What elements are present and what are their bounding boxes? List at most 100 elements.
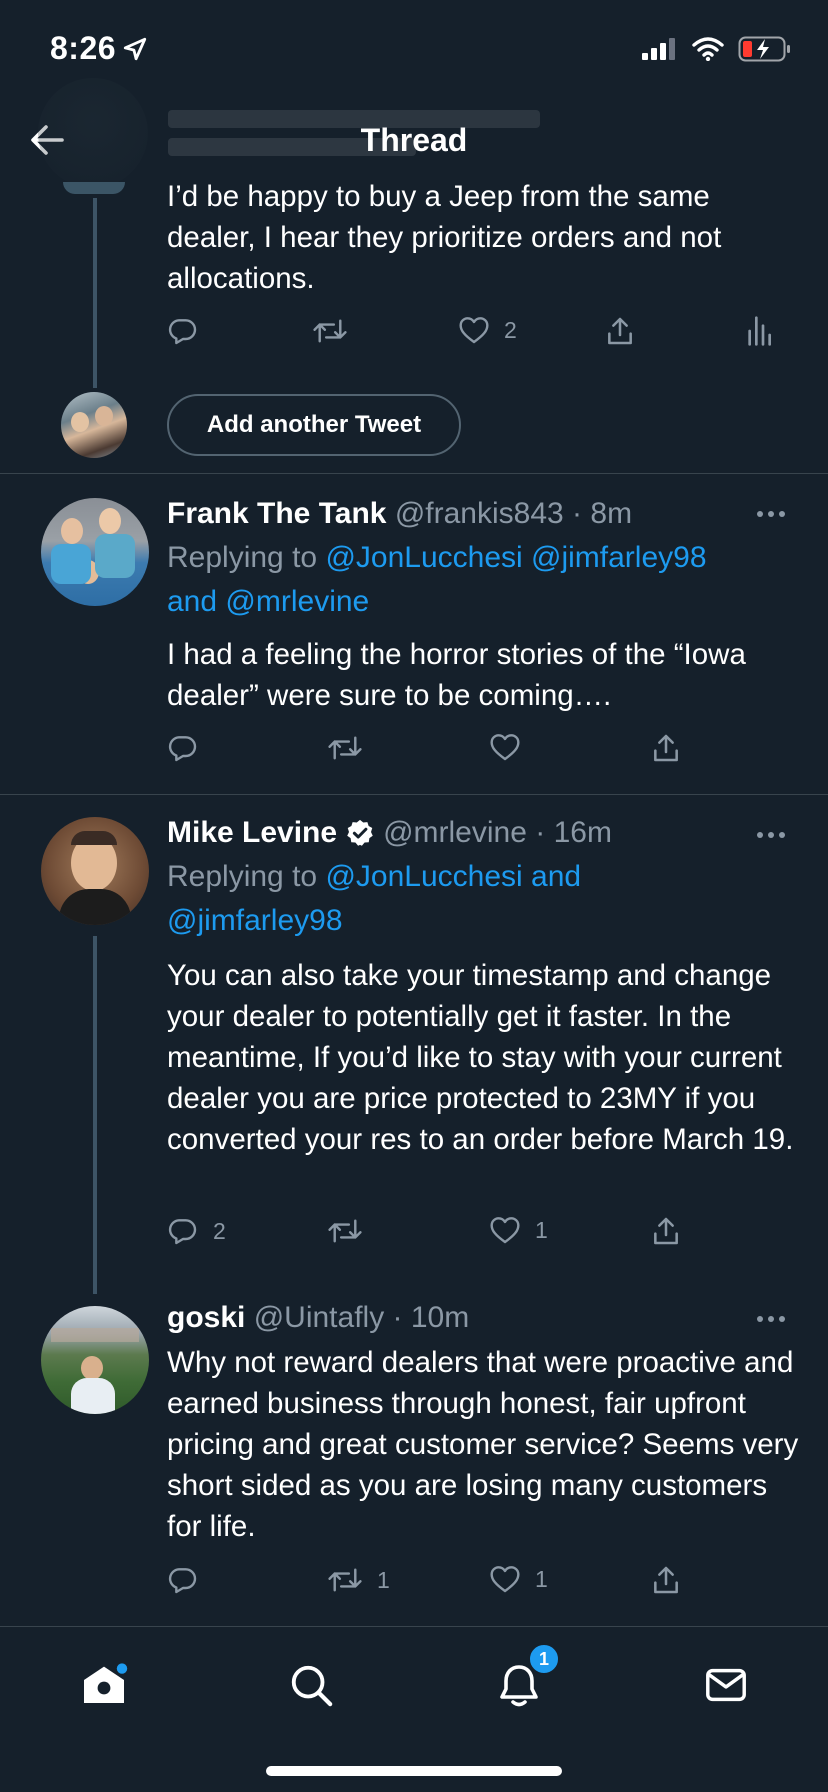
heart-icon <box>459 317 489 344</box>
display-name[interactable]: goski <box>167 1301 245 1334</box>
share-icon <box>654 1217 678 1245</box>
retweet-count: 1 <box>377 1566 390 1593</box>
more-options-icon[interactable] <box>757 1316 785 1322</box>
share-icon <box>654 1566 678 1594</box>
status-bar: 8:26 <box>0 0 828 100</box>
more-options-icon[interactable] <box>757 511 785 517</box>
search-icon <box>291 1665 333 1707</box>
home-indicator[interactable] <box>266 1766 562 1776</box>
mention-link[interactable]: @mrlevine <box>225 585 369 618</box>
replying-label: Replying to <box>167 860 318 893</box>
share-icon <box>608 317 632 345</box>
notifications-badge: 1 <box>528 1643 560 1675</box>
like-button[interactable]: 2 <box>458 315 517 345</box>
heart-icon <box>490 734 520 761</box>
retweet-icon <box>328 1219 362 1243</box>
share-button[interactable] <box>650 1564 682 1596</box>
like-button[interactable]: 1 <box>489 1564 548 1594</box>
tweet-meta: Mike Levine @mrlevine · 16m <box>167 813 612 853</box>
username[interactable]: @mrlevine <box>383 816 527 849</box>
tweet[interactable]: I’d be happy to buy a Jeep from the same… <box>0 176 828 346</box>
status-indicators <box>642 36 792 62</box>
reply-icon <box>168 319 197 345</box>
tweet[interactable]: Mike Levine @mrlevine · 16m Replying to … <box>0 795 828 1275</box>
analytics-button[interactable] <box>745 315 773 347</box>
tab-home[interactable] <box>74 1655 134 1715</box>
like-button[interactable]: 1 <box>489 1215 548 1245</box>
timestamp[interactable]: 16m <box>554 816 612 849</box>
wifi-icon <box>692 37 724 61</box>
mention-conjunction[interactable]: and <box>531 860 581 893</box>
retweet-button[interactable] <box>327 1215 363 1247</box>
location-arrow-icon <box>123 37 147 60</box>
tab-messages[interactable] <box>696 1655 756 1715</box>
verified-badge-icon <box>347 819 373 846</box>
like-button[interactable] <box>489 732 521 762</box>
tweet-actions: 2 1 <box>167 1215 787 1255</box>
like-count: 2 <box>504 316 517 343</box>
reply-icon <box>168 736 197 762</box>
my-avatar[interactable] <box>61 392 127 458</box>
mail-icon <box>706 1668 746 1702</box>
home-icon <box>84 1663 128 1703</box>
replying-label: Replying to <box>167 541 318 574</box>
tweet-meta: Frank The Tank @frankis843 · 8m <box>167 497 633 530</box>
retweet-button[interactable]: 1 <box>327 1564 390 1596</box>
reply-button[interactable] <box>167 1564 199 1596</box>
like-count: 1 <box>535 1216 548 1243</box>
tweet-actions <box>167 732 787 772</box>
tweet[interactable]: Frank The Tank @frankis843 · 8m Replying… <box>0 474 828 794</box>
tweet-text: You can also take your timestamp and cha… <box>167 959 794 1156</box>
more-options-icon[interactable] <box>757 832 785 838</box>
avatar[interactable] <box>41 1306 149 1414</box>
timestamp[interactable]: 8m <box>590 497 632 530</box>
mention-link[interactable]: @jimfarley98 <box>531 541 707 574</box>
avatar[interactable] <box>41 817 149 925</box>
mention-link[interactable]: @JonLucchesi <box>325 541 522 574</box>
display-name[interactable]: Mike Levine <box>167 813 337 853</box>
replying-to-cont: and @mrlevine <box>167 582 369 622</box>
reply-icon <box>168 1219 197 1245</box>
replying-to: Replying to @JonLucchesi and <box>167 857 581 897</box>
retweet-icon <box>328 736 362 760</box>
share-button[interactable] <box>604 315 636 347</box>
retweet-icon <box>313 319 347 343</box>
clock-label: 8:26 <box>50 30 117 66</box>
share-icon <box>654 734 678 762</box>
tweet-text: I’d be happy to buy a Jeep from the same… <box>167 180 722 295</box>
reply-button[interactable]: 2 <box>167 1215 226 1247</box>
add-another-tweet-button[interactable]: Add another Tweet <box>167 394 461 456</box>
heart-icon <box>490 1217 520 1244</box>
reply-count: 2 <box>213 1217 226 1244</box>
tweet-text: Why not reward dealers that were proacti… <box>167 1346 799 1543</box>
username[interactable]: @Uintafly <box>254 1301 385 1334</box>
retweet-icon <box>328 1568 362 1592</box>
tweet-actions: 1 1 <box>167 1564 787 1604</box>
replying-to: Replying to @JonLucchesi @jimfarley98 <box>167 538 707 578</box>
retweet-button[interactable] <box>312 315 348 347</box>
tweet-meta: goski @Uintafly · 10m <box>167 1301 470 1334</box>
display-name[interactable]: Frank The Tank <box>167 497 387 530</box>
mention-link[interactable]: @JonLucchesi <box>325 860 522 893</box>
avatar[interactable] <box>38 78 148 188</box>
username[interactable]: @frankis843 <box>395 497 564 530</box>
analytics-icon <box>748 316 771 346</box>
reply-button[interactable] <box>167 732 199 764</box>
replying-to-cont: @jimfarley98 <box>167 901 343 941</box>
avatar[interactable] <box>41 498 149 606</box>
heart-icon <box>490 1566 520 1593</box>
retweet-button[interactable] <box>327 732 363 764</box>
share-button[interactable] <box>650 1215 682 1247</box>
tab-search[interactable] <box>281 1655 341 1715</box>
reply-button[interactable] <box>167 315 199 347</box>
tweet[interactable]: goski @Uintafly · 10m Why not reward dea… <box>0 1286 828 1624</box>
share-button[interactable] <box>650 732 682 764</box>
tweet-actions: 2 <box>167 315 787 355</box>
mention-link[interactable]: @jimfarley98 <box>167 904 343 937</box>
reply-icon <box>168 1568 197 1594</box>
tweet-text: I had a feeling the horror stories of th… <box>167 638 746 712</box>
like-count: 1 <box>535 1565 548 1592</box>
cellular-signal-icon <box>642 38 675 60</box>
mention-conjunction[interactable]: and <box>167 585 217 618</box>
timestamp[interactable]: 10m <box>411 1301 469 1334</box>
